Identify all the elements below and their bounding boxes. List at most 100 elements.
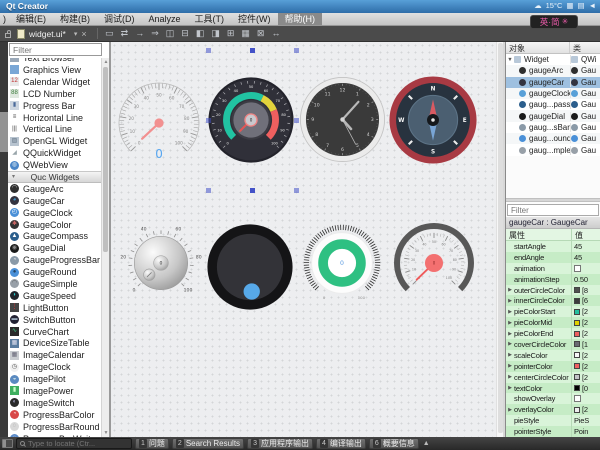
property-row[interactable]: ▶outerCircleColor[8 <box>506 285 600 296</box>
adjust-size-icon[interactable]: ↔ <box>271 26 280 41</box>
property-row[interactable]: ▶pointerColor[2 <box>506 361 600 372</box>
mode-selector-strip[interactable] <box>0 42 8 437</box>
widget-item[interactable]: ≡Horizontal Line <box>8 112 102 124</box>
layout-grid-icon[interactable]: ▦ <box>241 26 250 41</box>
inspector-row[interactable]: gaug...sBarGau <box>506 122 600 133</box>
scroll-down-icon[interactable]: ▼ <box>102 430 110 436</box>
widget-item[interactable]: ◌ProgressBarRound <box>8 421 102 433</box>
widget-item[interactable]: Graphics View <box>8 64 102 76</box>
lock-icon[interactable] <box>5 33 11 38</box>
inspector-row[interactable]: gaugeCarGau <box>506 77 600 88</box>
widget-item[interactable]: ◠GaugeSimple <box>8 278 102 290</box>
property-row[interactable]: pieStylePieS <box>506 415 600 426</box>
property-row[interactable]: startAngle45 <box>506 241 600 252</box>
menu-item-partial[interactable]: ) <box>0 13 9 25</box>
widget-item[interactable]: ●GaugeRound <box>8 266 102 278</box>
output-pane-button[interactable]: 6概要信息 <box>369 438 419 449</box>
locator-input[interactable] <box>28 439 128 448</box>
widget-item[interactable]: ∿CurveChart <box>8 326 102 338</box>
edit-widgets-icon[interactable]: ▭ <box>105 26 114 41</box>
edit-signals-slots-icon[interactable]: ⇄ <box>121 26 129 41</box>
widget-item[interactable]: ▬SwitchButton <box>8 314 102 326</box>
layout-horizontal-icon[interactable]: ◫ <box>166 26 175 41</box>
gauge-round-widget[interactable] <box>207 224 293 310</box>
widget-item[interactable]: ◒ImagePilot <box>8 373 102 385</box>
property-row[interactable]: animation <box>506 263 600 274</box>
selection-handle[interactable] <box>206 118 211 123</box>
close-icon[interactable]: × <box>81 29 86 39</box>
property-row[interactable]: ▶centerCircleColor[2 <box>506 372 600 383</box>
panes-expand-icon[interactable]: ▲ <box>423 440 430 447</box>
widget-item[interactable]: ◠GaugeArc <box>8 183 102 195</box>
titlebar[interactable]: Qt Creator ☁ 15°C ▦ ▤ ◄ <box>0 0 600 13</box>
layout-form-icon[interactable]: ⊞ <box>227 26 235 41</box>
scrollbar-thumb[interactable] <box>103 67 108 252</box>
widget-item[interactable]: ◍QWebView <box>8 159 102 171</box>
property-name-column-header[interactable]: 属性 <box>506 229 572 240</box>
selection-handle[interactable] <box>294 188 299 193</box>
widget-item[interactable]: ✱GaugeColor <box>8 219 102 231</box>
menu-item[interactable]: 帮助(H) <box>278 13 323 25</box>
widget-item[interactable]: ▦DeviceSizeTable <box>8 337 102 349</box>
menu-item[interactable]: 编辑(E) <box>9 13 53 25</box>
widget-item[interactable]: ◉GaugeDial <box>8 242 102 254</box>
gauge-dial-widget[interactable]: 0204060801000 <box>115 217 207 309</box>
tray-icon-calendar[interactable]: ▤ <box>577 1 584 10</box>
ime-indicator[interactable]: 英·简 ✳ <box>530 15 578 29</box>
widget-item[interactable]: |||Vertical Line <box>8 123 102 135</box>
widget-item[interactable]: ◔ProgressBarColor <box>8 409 102 421</box>
property-row[interactable]: animationStep0.50 <box>506 274 600 285</box>
weather-icon[interactable]: ☁ <box>534 1 542 10</box>
property-row[interactable]: ▶textColor[0 <box>506 383 600 394</box>
widget-item[interactable]: ⋮LightButton <box>8 302 102 314</box>
widget-item[interactable]: ▮ImagePower <box>8 385 102 397</box>
locator[interactable] <box>16 438 132 449</box>
widget-list-scrollbar[interactable]: ▲ ▼ <box>101 58 109 437</box>
scroll-up-icon[interactable]: ▲ <box>102 59 110 65</box>
menu-item[interactable]: 工具(T) <box>188 13 232 25</box>
widget-item[interactable]: ▨OpenGL Widget <box>8 135 102 147</box>
property-row[interactable]: ▶pieColorStart[2 <box>506 306 600 317</box>
inspector-row[interactable]: gaugeDialGau <box>506 110 600 121</box>
gauge-arc-widget[interactable]: 01020304050607080901000 <box>113 77 205 169</box>
output-pane-button[interactable]: 4编译输出 <box>316 438 366 449</box>
checkbox[interactable] <box>574 265 581 272</box>
inspector-row[interactable]: ▼WidgetQWi <box>506 54 600 65</box>
widget-item[interactable]: ◕GaugeCar <box>8 195 102 207</box>
menu-item[interactable]: 调试(D) <box>97 13 142 25</box>
gauge-clock-widget[interactable]: 123456789101112 <box>300 77 385 162</box>
property-row[interactable]: ▶scaleColor[2 <box>506 350 600 361</box>
widget-item[interactable]: ▮Progress Bar <box>8 100 102 112</box>
edit-buddies-icon[interactable]: → <box>135 26 144 41</box>
selection-handle[interactable] <box>294 48 299 53</box>
output-pane-button[interactable]: 3应用程序输出 <box>247 438 313 449</box>
inspector-row[interactable]: gaug...passGau <box>506 99 600 110</box>
class-column-header[interactable]: 类 <box>570 42 581 53</box>
inspector-row[interactable]: gaugeArcGau <box>506 65 600 76</box>
break-layout-icon[interactable]: ⊠ <box>257 26 265 41</box>
property-value-column-header[interactable]: 值 <box>572 229 583 240</box>
menu-item[interactable]: Analyze <box>142 13 188 25</box>
tray-icon-briefcase[interactable]: ▦ <box>566 1 573 10</box>
widget-item[interactable]: ◷ImageClock <box>8 361 102 373</box>
output-pane-button[interactable]: 1问题 <box>135 438 169 449</box>
widget-section-header[interactable]: ▾Quc Widgets <box>8 171 102 183</box>
chevron-down-icon[interactable]: ▾ <box>74 30 78 38</box>
property-row[interactable]: ▶innerCircleColor[6 <box>506 295 600 306</box>
selection-handle[interactable] <box>250 48 255 53</box>
object-column-header[interactable]: 对象 <box>506 42 570 53</box>
selection-handle[interactable] <box>206 188 211 193</box>
widget-item[interactable]: ▲GaugeCompass <box>8 230 102 242</box>
widget-item[interactable]: 88LCD Number <box>8 88 102 100</box>
property-row[interactable]: showOverlay <box>506 393 600 404</box>
widget-item[interactable]: ◔GaugeProgressBar <box>8 254 102 266</box>
canvas-scrollbar[interactable] <box>496 42 503 437</box>
inspector-row[interactable]: gaug...oundGau <box>506 133 600 144</box>
gear-icon[interactable]: ✳ <box>562 16 569 28</box>
property-row[interactable]: endAngle45 <box>506 252 600 263</box>
document-tab[interactable]: widget.ui* <box>29 29 66 39</box>
widget-item[interactable]: ◢QQuickWidget <box>8 147 102 159</box>
property-row[interactable]: ▶pieColorMid[2 <box>506 317 600 328</box>
edit-tab-order-icon[interactable]: ⇒ <box>151 26 159 41</box>
widget-item[interactable]: ◐ImageSwitch <box>8 397 102 409</box>
